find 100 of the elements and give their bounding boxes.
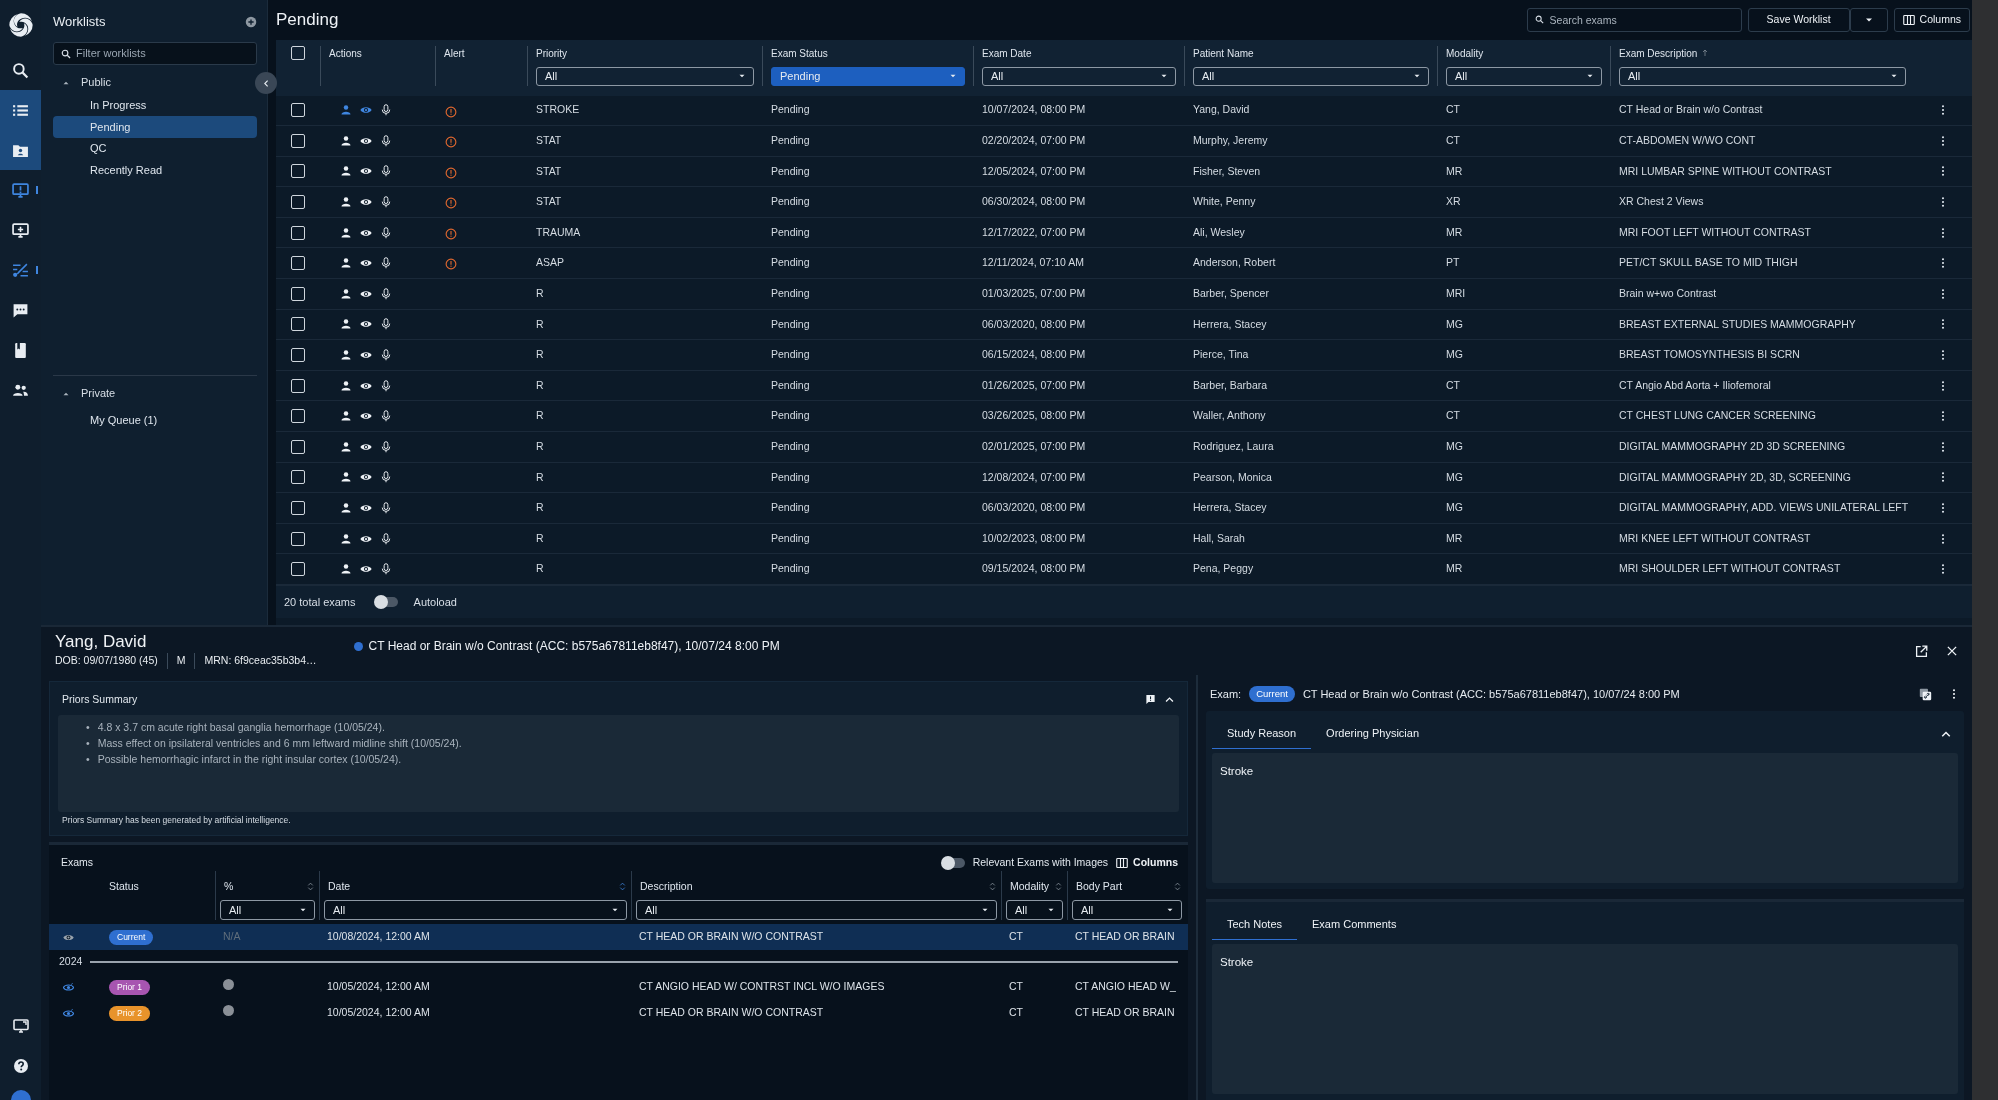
filter-dropdown[interactable]: All xyxy=(1193,66,1429,86)
nav-rail-button[interactable] xyxy=(0,90,41,130)
assign-person-icon[interactable] xyxy=(340,226,352,239)
filter-dropdown[interactable]: All xyxy=(1446,66,1602,86)
column-header[interactable]: Description xyxy=(640,878,693,895)
sort-icon[interactable] xyxy=(306,882,315,892)
microphone-icon[interactable] xyxy=(380,196,392,209)
microphone-icon[interactable] xyxy=(380,502,392,514)
select-all-checkbox[interactable] xyxy=(291,45,305,60)
worklist-item[interactable]: Pending xyxy=(53,116,257,138)
filter-dropdown[interactable]: All xyxy=(636,899,997,920)
tab[interactable]: Exam Comments xyxy=(1297,910,1412,940)
column-header[interactable]: Body Part xyxy=(1076,878,1123,895)
column-header[interactable]: % xyxy=(224,878,234,895)
search-field[interactable]: Search exams xyxy=(1526,7,1742,32)
sort-icon[interactable] xyxy=(1173,882,1182,892)
close-icon[interactable] xyxy=(1946,645,1958,657)
sort-icon[interactable] xyxy=(988,882,997,892)
tab[interactable]: Ordering Physician xyxy=(1311,719,1435,749)
filter-dropdown[interactable]: All xyxy=(1619,66,1906,86)
assign-person-icon[interactable] xyxy=(340,563,352,576)
assign-person-icon[interactable] xyxy=(340,440,352,453)
assign-person-icon[interactable] xyxy=(340,257,352,270)
row-checkbox[interactable] xyxy=(291,133,305,148)
assign-person-icon[interactable] xyxy=(340,196,352,209)
row-checkbox[interactable] xyxy=(291,103,305,118)
row-checkbox[interactable] xyxy=(291,378,305,393)
row-checkbox[interactable] xyxy=(291,256,305,271)
row-checkbox[interactable] xyxy=(291,439,305,454)
assign-person-icon[interactable] xyxy=(340,379,352,392)
filter-field[interactable]: Filter worklists xyxy=(53,41,257,65)
row-checkbox[interactable] xyxy=(291,531,305,546)
microphone-icon[interactable] xyxy=(380,257,392,270)
columns-button[interactable]: Columns xyxy=(1893,7,1970,32)
add-icon[interactable] xyxy=(245,15,257,28)
logo[interactable] xyxy=(6,11,35,39)
external-link-icon[interactable] xyxy=(1915,644,1928,658)
worklist-item[interactable]: Recently Read xyxy=(53,159,257,181)
row-checkbox[interactable] xyxy=(291,348,305,363)
assign-person-icon[interactable] xyxy=(340,471,352,484)
assign-person-icon[interactable] xyxy=(340,318,352,331)
eye-icon[interactable] xyxy=(360,502,372,514)
row-checkbox[interactable] xyxy=(291,501,305,515)
microphone-icon[interactable] xyxy=(380,410,392,423)
save-worklist-button[interactable]: Save Worklist xyxy=(1747,7,1850,32)
row-checkbox[interactable] xyxy=(291,225,305,240)
relevant-exams-toggle[interactable] xyxy=(942,857,965,868)
microphone-icon[interactable] xyxy=(380,318,392,331)
microphone-icon[interactable] xyxy=(380,226,392,239)
microphone-icon[interactable] xyxy=(380,349,392,362)
assign-person-icon[interactable] xyxy=(340,165,352,178)
assign-person-icon[interactable] xyxy=(340,134,352,147)
microphone-icon[interactable] xyxy=(380,104,392,117)
filter-dropdown[interactable]: All xyxy=(536,66,754,86)
column-header[interactable]: Exam Status xyxy=(771,45,965,61)
row-checkbox[interactable] xyxy=(291,409,305,424)
assign-person-icon[interactable] xyxy=(340,502,352,514)
copy-link-icon[interactable] xyxy=(1919,687,1932,701)
microphone-icon[interactable] xyxy=(380,379,392,392)
column-header[interactable]: Patient Name xyxy=(1193,45,1429,61)
column-header[interactable]: Exam Description xyxy=(1619,45,1906,61)
collapse-button[interactable] xyxy=(255,72,277,94)
worklist-item[interactable]: QC xyxy=(53,137,257,159)
nav-rail-button[interactable] xyxy=(0,130,41,170)
assign-person-icon[interactable] xyxy=(340,349,352,362)
column-header[interactable]: Priority xyxy=(536,45,754,61)
filter-dropdown[interactable]: Pending xyxy=(771,66,965,86)
tab[interactable]: Tech Notes xyxy=(1212,910,1298,940)
column-header[interactable]: Modality xyxy=(1446,45,1602,61)
row-checkbox[interactable] xyxy=(291,562,305,577)
microphone-icon[interactable] xyxy=(380,471,392,484)
autoload-toggle[interactable] xyxy=(375,597,398,607)
microphone-icon[interactable] xyxy=(380,440,392,453)
columns-button[interactable]: Columns xyxy=(1116,855,1178,871)
column-header[interactable]: Exam Date xyxy=(982,45,1176,61)
filter-dropdown[interactable]: All xyxy=(982,66,1176,86)
filter-dropdown[interactable]: All xyxy=(220,899,315,920)
filter-dropdown[interactable]: All xyxy=(1006,899,1063,920)
worklist-item[interactable]: In Progress xyxy=(53,94,257,116)
microphone-icon[interactable] xyxy=(380,532,392,545)
row-checkbox[interactable] xyxy=(291,317,305,332)
assign-person-icon[interactable] xyxy=(340,287,352,300)
row-checkbox[interactable] xyxy=(291,164,305,179)
worklist-item[interactable]: My Queue (1) xyxy=(53,409,257,431)
filter-dropdown[interactable]: All xyxy=(1072,899,1182,920)
sort-up-icon[interactable] xyxy=(1701,49,1710,57)
microphone-icon[interactable] xyxy=(380,563,392,576)
filter-dropdown[interactable]: All xyxy=(324,899,627,920)
sort-icon[interactable] xyxy=(1054,882,1063,892)
column-header[interactable]: Modality xyxy=(1010,878,1050,895)
feedback-icon[interactable] xyxy=(1145,694,1156,706)
row-checkbox[interactable] xyxy=(291,195,305,210)
assign-person-icon[interactable] xyxy=(340,410,352,423)
microphone-icon[interactable] xyxy=(380,287,392,300)
column-header[interactable]: Date xyxy=(328,878,351,895)
tab[interactable]: Study Reason xyxy=(1212,719,1312,749)
row-checkbox[interactable] xyxy=(291,470,305,485)
row-checkbox[interactable] xyxy=(291,286,305,301)
microphone-icon[interactable] xyxy=(380,165,392,178)
microphone-icon[interactable] xyxy=(380,134,392,147)
